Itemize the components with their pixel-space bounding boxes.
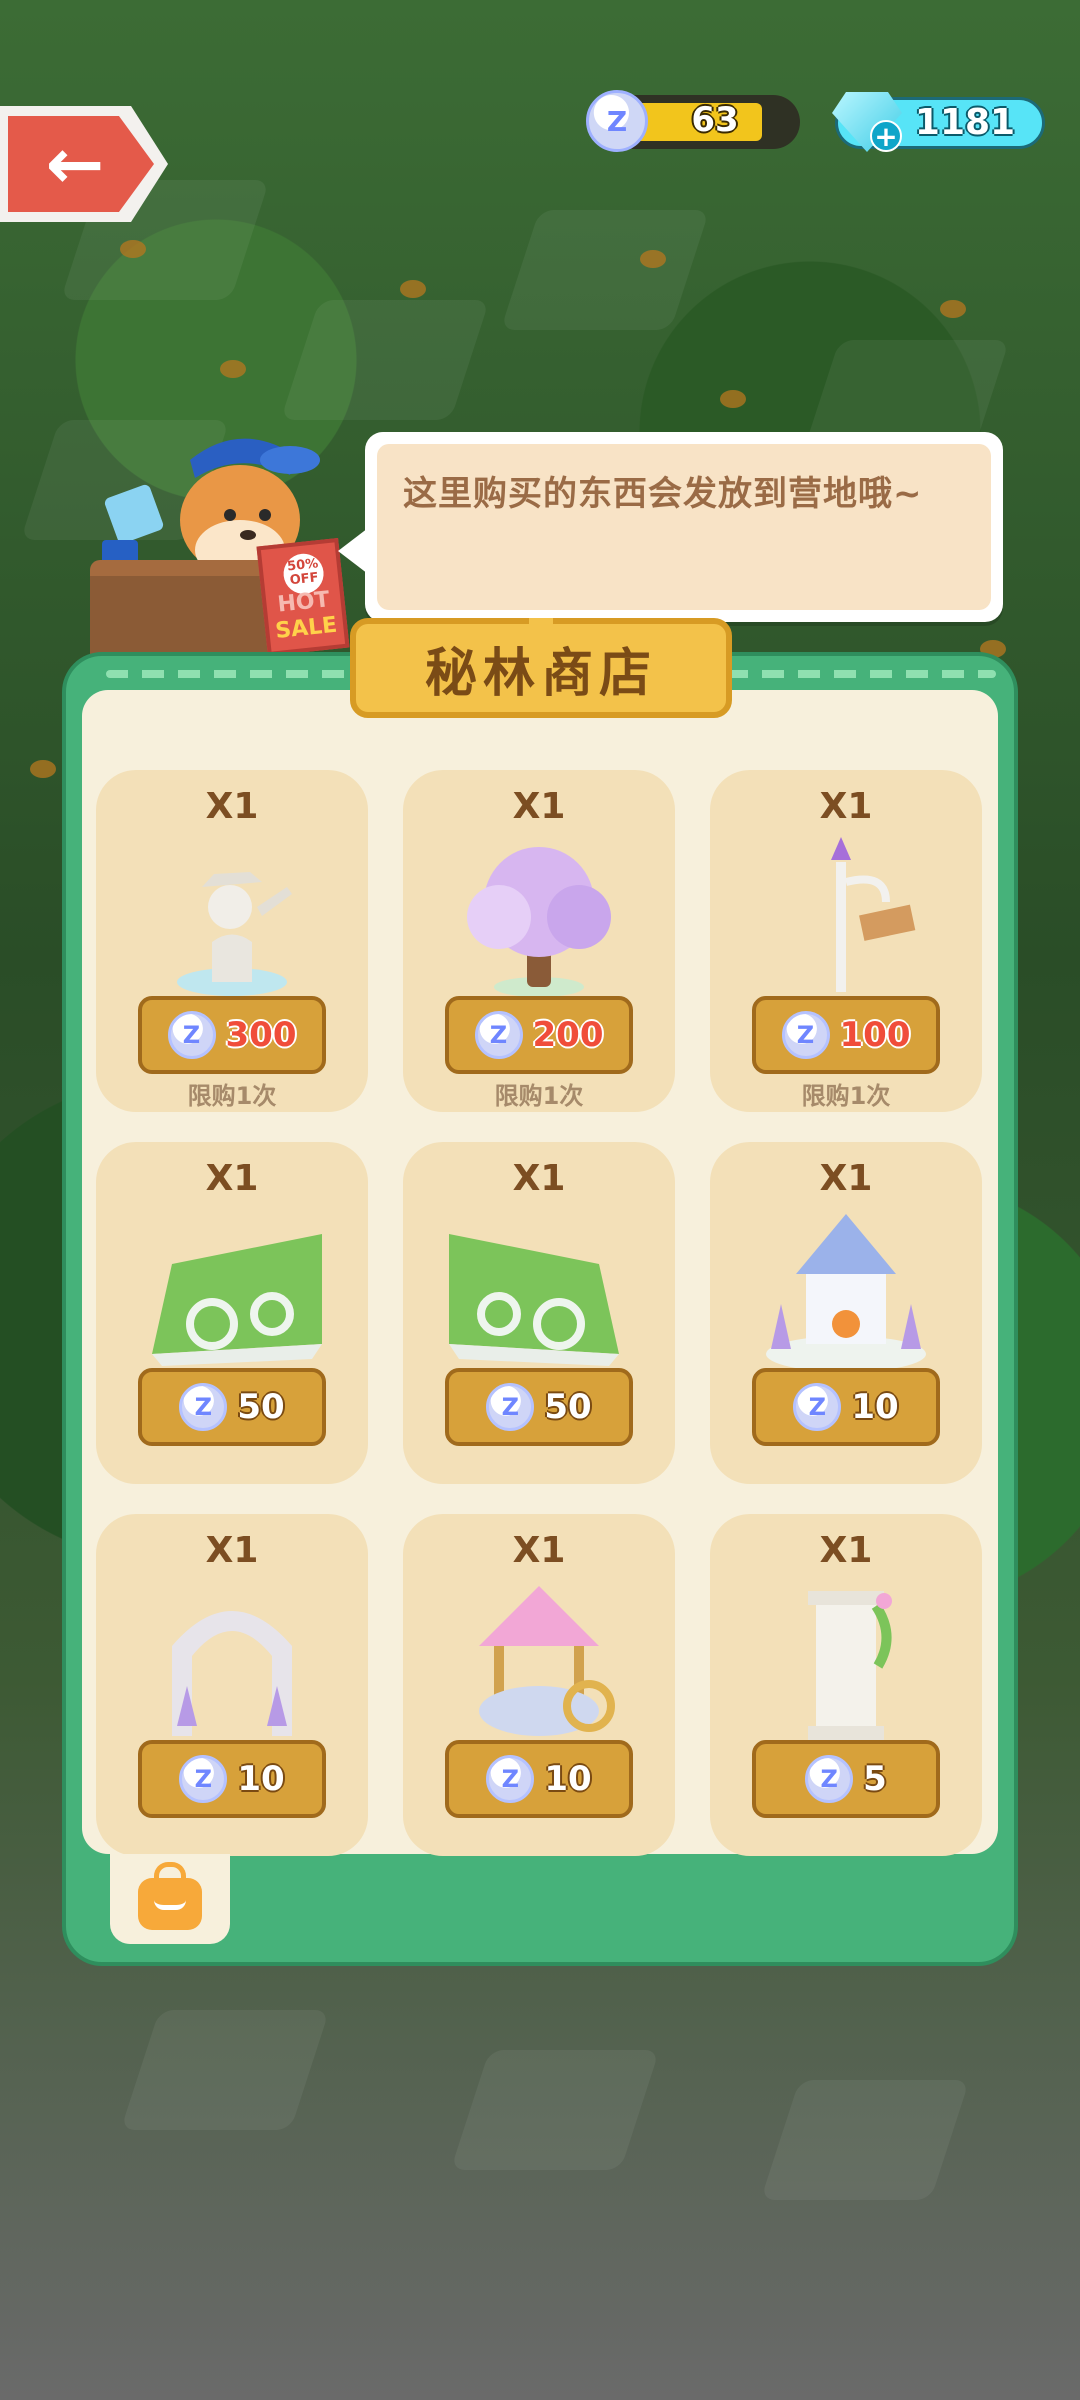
- shopping-bag-icon: [138, 1862, 202, 1930]
- item-quantity: X1: [205, 1158, 259, 1199]
- purchase-limit: 限购1次: [187, 1082, 277, 1110]
- stone-arch-icon: [172, 1611, 292, 1736]
- coin-icon: Z: [781, 1011, 830, 1059]
- coin-icon: Z: [586, 90, 648, 152]
- arrow-left-icon: ←: [45, 123, 105, 205]
- coin-icon: Z: [486, 1383, 535, 1431]
- shop-item-5[interactable]: X1 Z 50: [403, 1142, 675, 1484]
- price-button[interactable]: Z 200: [445, 996, 633, 1074]
- price-button[interactable]: Z 50: [445, 1368, 633, 1446]
- shop-item-6[interactable]: X1 Z 10: [710, 1142, 982, 1484]
- panel-dash-left: [106, 670, 376, 678]
- blossom-tree-icon: [467, 847, 611, 997]
- price-button[interactable]: Z 50: [138, 1368, 326, 1446]
- coin-icon: Z: [474, 1011, 523, 1059]
- coin-icon: Z: [805, 1755, 854, 1803]
- dog-statue-fountain-icon: [177, 872, 292, 996]
- bag-tab[interactable]: [110, 1854, 230, 1944]
- item-quantity: X1: [819, 786, 873, 827]
- item-quantity: X1: [512, 1158, 566, 1199]
- shop-title: 秘林商店: [424, 643, 657, 704]
- purchase-limit: 限购1次: [801, 1082, 891, 1110]
- lamp-post-sign-icon: [831, 837, 916, 992]
- shop-item-1[interactable]: X1 Z 300 限购1次: [96, 770, 368, 1112]
- speech-text: 这里购买的东西会发放到营地哦~: [403, 474, 923, 514]
- price-value: 5: [863, 1759, 887, 1799]
- item-quantity: X1: [205, 1530, 259, 1571]
- panel-dash-right: [726, 670, 996, 678]
- coin-icon: Z: [793, 1383, 842, 1431]
- shop-item-2[interactable]: X1 Z 200 限购1次: [403, 770, 675, 1112]
- item-quantity: X1: [819, 1530, 873, 1571]
- price-value: 100: [839, 1015, 911, 1055]
- item-quantity: X1: [819, 1158, 873, 1199]
- price-value: 10: [544, 1759, 592, 1799]
- hedge-fence-right-icon: [449, 1234, 619, 1366]
- back-button-face: ←: [8, 116, 154, 212]
- item-quantity: X1: [512, 1530, 566, 1571]
- speech-bubble-inner: 这里购买的东西会发放到营地哦~: [377, 444, 991, 610]
- coin-icon: Z: [486, 1755, 535, 1803]
- price-value: 10: [237, 1759, 285, 1799]
- price-value: 300: [225, 1015, 297, 1055]
- price-button[interactable]: Z 10: [752, 1368, 940, 1446]
- shop-item-4[interactable]: X1 Z 50: [96, 1142, 368, 1484]
- coin-icon: Z: [179, 1383, 228, 1431]
- pillar-ivy-icon: [808, 1591, 892, 1740]
- hedge-fence-left-icon: [152, 1234, 322, 1366]
- price-button[interactable]: Z 300: [138, 996, 326, 1074]
- gazebo-lavender-icon: [766, 1214, 926, 1372]
- shop-item-3[interactable]: X1 Z 100 限购1次: [710, 770, 982, 1112]
- price-button[interactable]: Z 10: [138, 1740, 326, 1818]
- hot-sale-sign: 50% OFF HOT SALE: [256, 538, 350, 656]
- price-button[interactable]: Z 100: [752, 996, 940, 1074]
- wishing-well-icon: [479, 1586, 615, 1736]
- add-gems-icon[interactable]: +: [870, 120, 902, 152]
- coin-amount: 63: [691, 100, 739, 140]
- speech-bubble: 这里购买的东西会发放到营地哦~: [365, 432, 1003, 622]
- shop-item-9[interactable]: X1 Z 5: [710, 1514, 982, 1856]
- gem-amount: 1181: [914, 101, 1016, 143]
- item-quantity: X1: [512, 786, 566, 827]
- coin-icon: Z: [179, 1755, 228, 1803]
- shop-item-7[interactable]: X1 Z 10: [96, 1514, 368, 1856]
- item-quantity: X1: [205, 786, 259, 827]
- price-button[interactable]: Z 10: [445, 1740, 633, 1818]
- shop-item-8[interactable]: X1 Z 10: [403, 1514, 675, 1856]
- price-value: 10: [851, 1387, 899, 1427]
- price-value: 50: [237, 1387, 285, 1427]
- shop-title-plate: 秘林商店: [350, 618, 732, 718]
- price-button[interactable]: Z 5: [752, 1740, 940, 1818]
- coin-icon: Z: [167, 1011, 216, 1059]
- price-value: 200: [532, 1015, 604, 1055]
- price-value: 50: [544, 1387, 592, 1427]
- purchase-limit: 限购1次: [494, 1082, 584, 1110]
